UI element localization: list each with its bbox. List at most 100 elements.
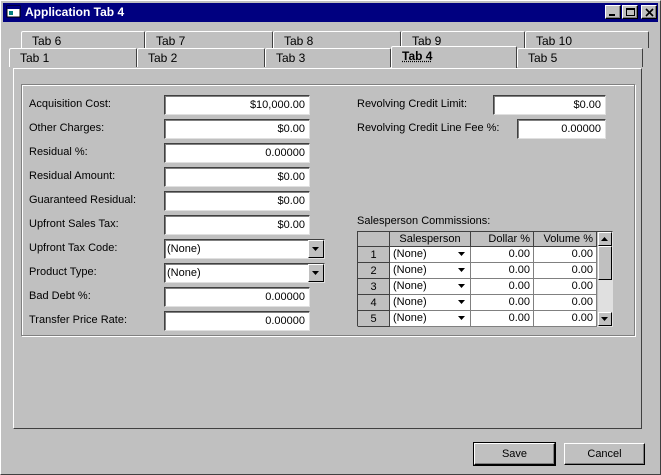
minimize-button[interactable]	[605, 5, 621, 19]
upfront-sales-tax-label: Upfront Sales Tax:	[29, 218, 119, 230]
tab-4-group: Acquisition Cost: Other Charges: Residua…	[21, 84, 635, 336]
row-header[interactable]: 5	[358, 311, 390, 327]
product-type-select[interactable]: (None)	[164, 263, 325, 283]
salesperson-value: (None)	[393, 264, 427, 276]
tab-label: Tab 2	[148, 51, 178, 65]
maximize-icon	[626, 8, 635, 16]
close-button[interactable]	[641, 5, 657, 19]
chevron-down-icon	[312, 247, 319, 251]
column-header-volume-percent[interactable]: Volume %	[534, 232, 597, 247]
upfront-tax-code-dropdown-button[interactable]	[308, 240, 324, 258]
scroll-thumb[interactable]	[598, 246, 612, 280]
volume-percent-cell[interactable]: 0.00	[534, 311, 597, 327]
revolving-credit-line-fee-input[interactable]: 0.00000	[517, 119, 606, 139]
volume-percent-cell[interactable]: 0.00	[534, 263, 597, 279]
tab-1[interactable]: Tab 1	[9, 48, 137, 67]
tab-label: Tab 7	[156, 34, 186, 48]
residual-percent-label: Residual %:	[29, 146, 88, 158]
revolving-credit-limit-input[interactable]: $0.00	[493, 95, 606, 115]
chevron-down-icon	[601, 317, 608, 321]
bad-debt-percent-label: Bad Debt %:	[29, 290, 91, 302]
tab-panel: Acquisition Cost: Other Charges: Residua…	[13, 68, 642, 429]
salesperson-value: (None)	[393, 312, 427, 324]
tab-6[interactable]: Tab 6	[21, 31, 145, 48]
tab-label: Tab 3	[276, 51, 306, 65]
salesperson-cell[interactable]: (None)	[390, 263, 471, 279]
column-header-dollar-percent[interactable]: Dollar %	[471, 232, 534, 247]
chevron-down-icon[interactable]	[458, 268, 466, 273]
salesperson-cell[interactable]: (None)	[390, 279, 471, 295]
row-header[interactable]: 4	[358, 295, 390, 311]
acquisition-cost-label: Acquisition Cost:	[29, 98, 111, 110]
title-bar[interactable]: Application Tab 4	[3, 3, 658, 22]
salesperson-commissions-label: Salesperson Commissions:	[357, 215, 491, 227]
upfront-tax-code-value: (None)	[167, 243, 201, 255]
transfer-price-rate-label: Transfer Price Rate:	[29, 314, 128, 326]
other-charges-label: Other Charges:	[29, 122, 105, 134]
bad-debt-percent-input[interactable]: 0.00000	[164, 287, 310, 307]
cancel-button[interactable]: Cancel	[564, 443, 645, 465]
row-header[interactable]: 2	[358, 263, 390, 279]
tab-label: Tab 8	[284, 34, 314, 48]
upfront-tax-code-label: Upfront Tax Code:	[29, 242, 118, 254]
close-icon	[645, 8, 654, 17]
salesperson-value: (None)	[393, 296, 427, 308]
revolving-credit-line-fee-label: Revolving Credit Line Fee %:	[357, 122, 500, 134]
chevron-down-icon[interactable]	[458, 284, 466, 289]
app-window-icon	[6, 5, 21, 18]
maximize-button[interactable]	[622, 5, 638, 19]
tab-3[interactable]: Tab 3	[265, 48, 391, 67]
tab-8[interactable]: Tab 8	[273, 31, 401, 48]
volume-percent-cell[interactable]: 0.00	[534, 295, 597, 311]
tab-label: Tab 4	[402, 49, 433, 63]
tab-label: Tab 5	[528, 51, 558, 65]
guaranteed-residual-input[interactable]: $0.00	[164, 191, 310, 211]
tab-label: Tab 10	[536, 34, 573, 48]
chevron-down-icon[interactable]	[458, 316, 466, 321]
row-header[interactable]: 3	[358, 279, 390, 295]
chevron-down-icon	[312, 271, 319, 275]
acquisition-cost-input[interactable]: $10,000.00	[164, 95, 310, 115]
tab-label: Tab 1	[20, 51, 50, 65]
scroll-up-button[interactable]	[598, 232, 612, 246]
tab-5[interactable]: Tab 5	[517, 48, 643, 67]
tab-2[interactable]: Tab 2	[137, 48, 265, 67]
residual-amount-label: Residual Amount:	[29, 170, 116, 182]
product-type-label: Product Type:	[29, 266, 97, 278]
grid-vertical-scrollbar[interactable]	[598, 232, 612, 326]
volume-percent-cell[interactable]: 0.00	[534, 247, 597, 263]
dollar-percent-cell[interactable]: 0.00	[471, 279, 534, 295]
upfront-sales-tax-input[interactable]: $0.00	[164, 215, 310, 235]
chevron-down-icon[interactable]	[458, 300, 466, 305]
salesperson-cell[interactable]: (None)	[390, 311, 471, 327]
dollar-percent-cell[interactable]: 0.00	[471, 295, 534, 311]
revolving-credit-limit-label: Revolving Credit Limit:	[357, 98, 468, 110]
salesperson-value: (None)	[393, 280, 427, 292]
row-header[interactable]: 1	[358, 247, 390, 263]
chevron-up-icon	[601, 237, 608, 241]
column-header-salesperson[interactable]: Salesperson	[390, 232, 471, 247]
dollar-percent-cell[interactable]: 0.00	[471, 311, 534, 327]
salesperson-cell[interactable]: (None)	[390, 295, 471, 311]
product-type-dropdown-button[interactable]	[308, 264, 324, 282]
residual-percent-input[interactable]: 0.00000	[164, 143, 310, 163]
tab-4[interactable]: Tab 4	[391, 46, 517, 68]
residual-amount-input[interactable]: $0.00	[164, 167, 310, 187]
chevron-down-icon[interactable]	[458, 252, 466, 257]
scroll-down-button[interactable]	[598, 312, 612, 326]
guaranteed-residual-label: Guaranteed Residual:	[29, 194, 137, 206]
transfer-price-rate-input[interactable]: 0.00000	[164, 311, 310, 331]
grid-corner-header	[358, 232, 390, 247]
tab-label: Tab 6	[32, 34, 62, 48]
upfront-tax-code-select[interactable]: (None)	[164, 239, 325, 259]
tab-7[interactable]: Tab 7	[145, 31, 273, 48]
salesperson-cell[interactable]: (None)	[390, 247, 471, 263]
dollar-percent-cell[interactable]: 0.00	[471, 247, 534, 263]
save-button[interactable]: Save	[473, 442, 556, 466]
other-charges-input[interactable]: $0.00	[164, 119, 310, 139]
application-window: Application Tab 4 Tab 6 Tab 7 Tab 8 Tab …	[0, 0, 661, 475]
volume-percent-cell[interactable]: 0.00	[534, 279, 597, 295]
salesperson-commissions-grid[interactable]: Salesperson Dollar % Volume % 1 (None) 0…	[357, 231, 613, 327]
dollar-percent-cell[interactable]: 0.00	[471, 263, 534, 279]
tab-10[interactable]: Tab 10	[525, 31, 649, 48]
